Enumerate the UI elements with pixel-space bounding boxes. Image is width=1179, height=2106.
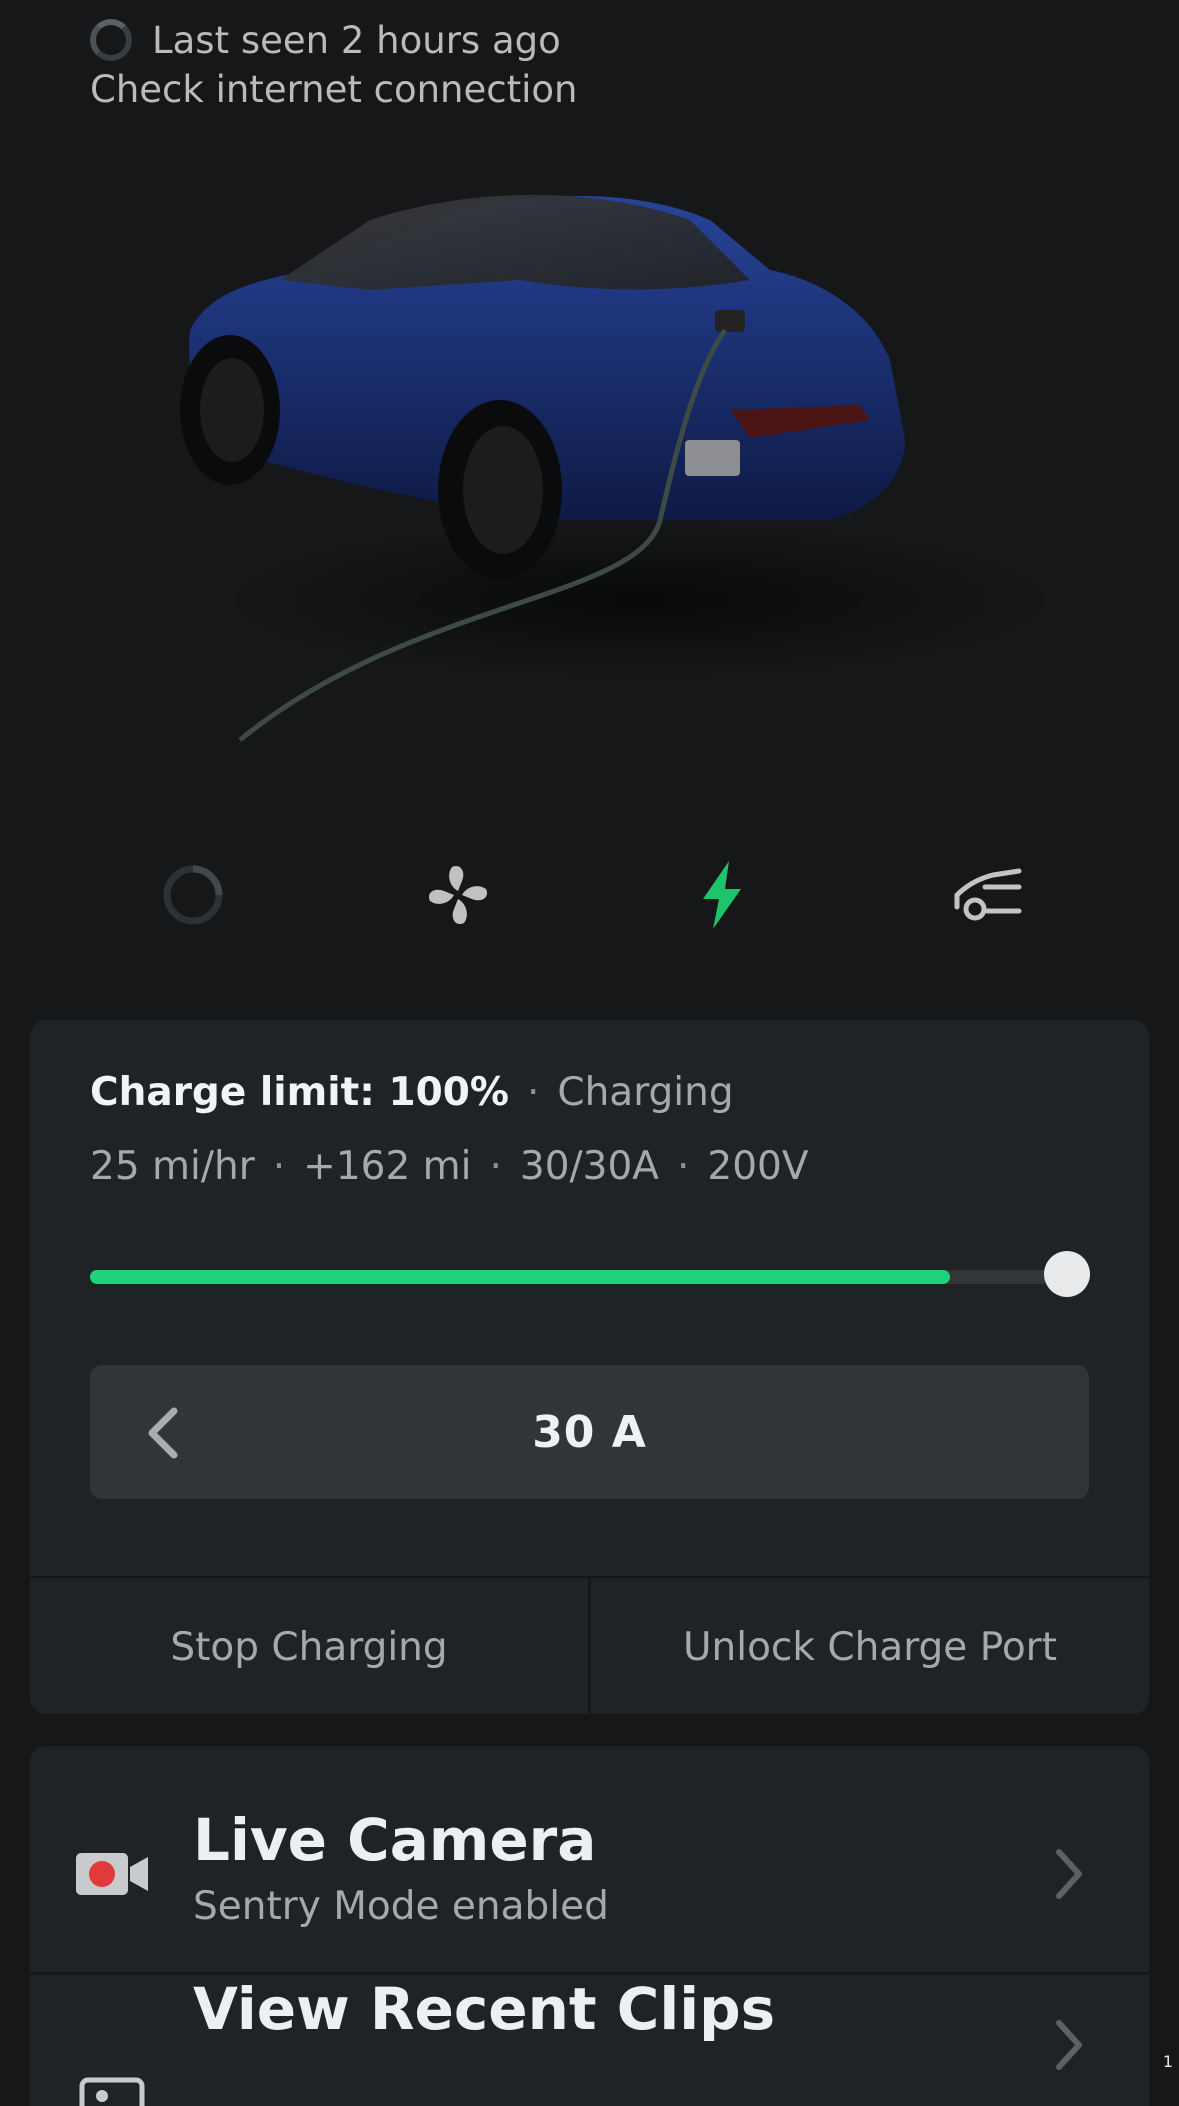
charging-actions: Stop Charging Unlock Charge Port bbox=[30, 1576, 1149, 1714]
chevron-right-icon bbox=[1056, 2020, 1082, 2070]
car-trunk-icon[interactable] bbox=[942, 850, 1032, 940]
charge-current: 30/30A bbox=[519, 1144, 659, 1189]
decrease-amps-button[interactable] bbox=[132, 1403, 192, 1463]
car-image bbox=[170, 180, 1070, 760]
chevron-right-icon bbox=[1056, 1849, 1082, 1899]
charge-voltage: 200V bbox=[707, 1144, 809, 1189]
connection-status: Last seen 2 hours ago Check internet con… bbox=[90, 14, 578, 111]
last-seen-text: Last seen 2 hours ago bbox=[152, 18, 561, 62]
loading-spinner-icon[interactable] bbox=[148, 850, 238, 940]
live-camera-title: Live Camera bbox=[193, 1806, 597, 1874]
recent-clips-title: View Recent Clips bbox=[193, 1975, 776, 2043]
charging-card: Charge limit: 100% · Charging 25 mi/hr · +16… bbox=[30, 1020, 1149, 1714]
charge-summary: Charge limit: 100% · Charging bbox=[90, 1070, 734, 1115]
charge-limit-slider[interactable] bbox=[90, 1270, 1090, 1284]
corner-text: 1 bbox=[1162, 2052, 1173, 2071]
range-added: +162 mi bbox=[303, 1144, 472, 1189]
loading-spinner-icon bbox=[90, 19, 132, 61]
fan-icon[interactable] bbox=[413, 850, 503, 940]
live-camera-item[interactable]: Live Camera Sentry Mode enabled bbox=[30, 1746, 1149, 1975]
sentry-mode-status: Sentry Mode enabled bbox=[193, 1884, 609, 1929]
charge-stats: 25 mi/hr · +162 mi · 30/30A · 200V bbox=[90, 1144, 809, 1189]
camera-icon bbox=[76, 1853, 148, 1895]
check-connection-text: Check internet connection bbox=[90, 68, 578, 111]
quick-actions bbox=[0, 850, 1179, 940]
recent-clips-item[interactable]: View Recent Clips bbox=[30, 1975, 1149, 2106]
lightning-bolt-icon[interactable] bbox=[678, 850, 768, 940]
charge-limit-slider-thumb[interactable] bbox=[1044, 1251, 1090, 1297]
charge-level-fill bbox=[90, 1270, 950, 1284]
charging-status: Charging bbox=[557, 1070, 734, 1115]
feature-menu: Live Camera Sentry Mode enabled View Rec… bbox=[30, 1746, 1149, 2106]
charge-rate: 25 mi/hr bbox=[90, 1144, 255, 1189]
chevron-left-icon bbox=[148, 1407, 178, 1459]
stop-charging-button[interactable]: Stop Charging bbox=[30, 1578, 591, 1714]
unlock-charge-port-button[interactable]: Unlock Charge Port bbox=[591, 1578, 1149, 1714]
amps-value: 30 A bbox=[532, 1406, 647, 1458]
charge-limit-label: Charge limit: 100% bbox=[90, 1070, 509, 1115]
amps-stepper: 30 A bbox=[90, 1365, 1089, 1499]
